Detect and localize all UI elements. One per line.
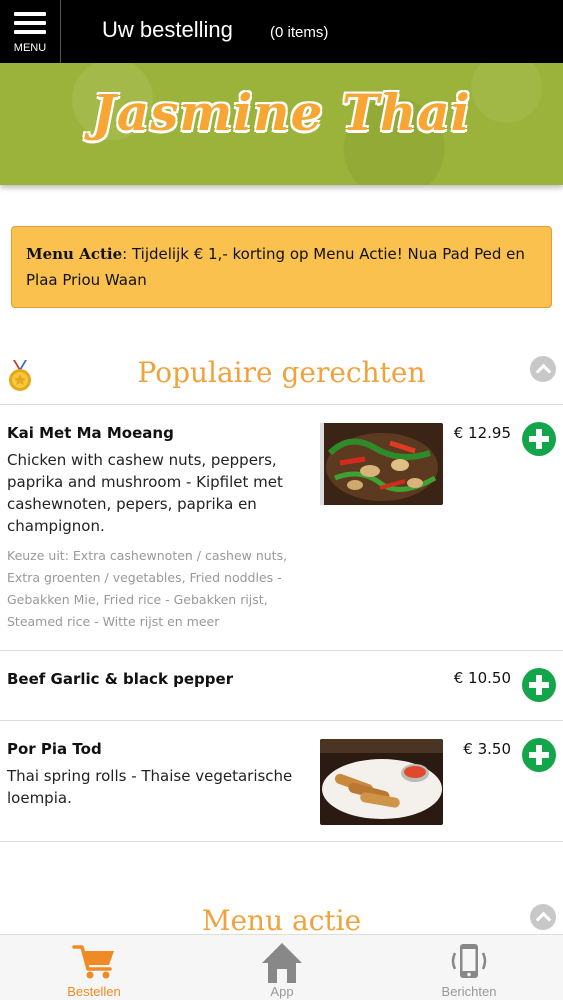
order-item-count[interactable]: (0 items) xyxy=(270,24,328,41)
dish-photo xyxy=(320,423,443,505)
add-to-cart-button[interactable] xyxy=(522,738,556,772)
hamburger-icon xyxy=(14,12,46,39)
collapse-section-button[interactable] xyxy=(530,904,556,930)
item-price: € 3.50 xyxy=(463,740,511,758)
menu-item[interactable]: Beef Garlic & black pepper € 10.50 xyxy=(0,650,563,720)
phone-icon xyxy=(451,944,487,978)
menu-item[interactable]: Kai Met Ma Moeang Chicken with cashew nu… xyxy=(0,404,563,650)
tab-bestellen[interactable]: Bestellen xyxy=(0,935,188,1000)
item-name: Beef Garlic & black pepper xyxy=(7,670,234,688)
menu-label: MENU xyxy=(13,42,47,54)
bottom-tab-bar: Bestellen App Berichten xyxy=(0,934,563,1000)
item-name: Por Pia Tod xyxy=(7,740,102,758)
item-price: € 12.95 xyxy=(453,424,511,442)
collapse-section-button[interactable] xyxy=(530,356,556,382)
section-title: Menu actie xyxy=(201,904,362,937)
item-description: Chicken with cashew nuts, peppers, papri… xyxy=(7,451,283,535)
promo-notice: Menu Actie: Tijdelijk € 1,- korting op M… xyxy=(11,226,552,308)
menu-item[interactable]: Por Pia Tod Thai spring rolls - Thaise v… xyxy=(0,720,563,842)
add-to-cart-button[interactable] xyxy=(522,668,556,702)
item-name: Kai Met Ma Moeang xyxy=(7,424,174,442)
add-to-cart-button[interactable] xyxy=(522,422,556,456)
promo-label: Menu Actie xyxy=(26,245,123,263)
restaurant-logo: Jasmine Thai xyxy=(92,83,471,142)
cart-icon xyxy=(72,945,114,979)
section-title: Populaire gerechten xyxy=(137,356,426,389)
tab-label: Berichten xyxy=(441,984,497,999)
tab-app[interactable]: App xyxy=(188,935,376,1000)
item-price: € 10.50 xyxy=(453,669,511,687)
item-description: Thai spring rolls - Thaise vegetarische … xyxy=(7,767,293,807)
app-screen: MENU Uw bestelling (0 items) Jasmine Tha… xyxy=(0,0,563,1000)
menu-button[interactable]: MENU xyxy=(0,0,61,63)
home-icon xyxy=(262,943,302,983)
restaurant-banner: Jasmine Thai xyxy=(0,63,563,185)
tab-label: App xyxy=(270,984,294,999)
tab-label: Bestellen xyxy=(67,984,121,999)
order-title[interactable]: Uw bestelling xyxy=(102,17,233,43)
top-bar: MENU Uw bestelling (0 items) xyxy=(0,0,563,63)
dish-photo xyxy=(320,739,443,825)
tab-berichten[interactable]: Berichten xyxy=(375,935,563,1000)
item-choices: Keuze uit: Extra cashewnoten / cashew nu… xyxy=(7,548,288,629)
section-header-popular[interactable]: Populaire gerechten xyxy=(0,352,563,400)
